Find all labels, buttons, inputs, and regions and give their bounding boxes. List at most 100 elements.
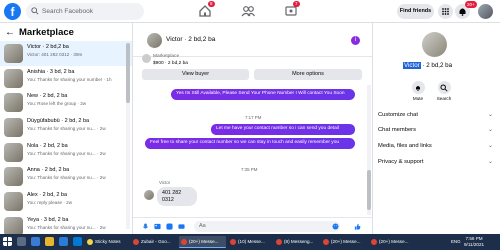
conversation-name: Yeya · 3 bd, 2 ba <box>27 216 69 223</box>
sticker-icon[interactable] <box>166 223 173 230</box>
groups-badge: 7 <box>293 1 300 7</box>
mute-label: Mute <box>412 96 424 101</box>
conversation-item[interactable]: Anishia · 3 bd, 2 ba You: Thanks for sha… <box>0 66 132 91</box>
chat-members-section[interactable]: Chat members ⌄ <box>378 124 496 137</box>
listing-thumbnail <box>4 167 23 187</box>
sender-avatar <box>144 190 154 200</box>
customize-chat-section[interactable]: Customize chat ⌄ <box>378 109 496 122</box>
conversation-item[interactable]: Alex · 2 bd, 2 ba You: reply please · 2w <box>0 189 132 214</box>
view-buyer-button[interactable]: View buyer <box>142 69 249 80</box>
conversation-preview: You: reply please · 2w <box>27 200 73 206</box>
search-input[interactable]: Search Facebook <box>26 3 144 20</box>
taskbar-app-messenger[interactable]: (20+) Messe... <box>321 236 367 248</box>
chevron-down-icon: ⌄ <box>487 159 493 165</box>
section-label: Chat members <box>378 127 417 133</box>
conversation-item[interactable]: Victor · 2 bd,2 ba Victor: 401 282 0312 … <box>0 41 132 66</box>
more-options-button[interactable]: More options <box>254 69 362 80</box>
listing-thumbnail <box>4 68 23 88</box>
conversation-item[interactable]: Düygüfabubü · 2 bd, 2 ba You: Thanks for… <box>0 115 132 140</box>
section-label: Customize chat <box>378 112 418 118</box>
listing-icon <box>142 54 151 63</box>
conversation-item[interactable]: New · 2 bd, 2 ba You: Rose left the grou… <box>0 90 132 115</box>
facebook-logo-icon[interactable]: f <box>4 3 21 20</box>
friends-icon[interactable] <box>240 3 256 19</box>
system-clock[interactable]: 7:56 PM 9/11/2021 <box>464 236 484 248</box>
search-in-chat-button[interactable]: Search <box>433 81 455 101</box>
image-icon[interactable] <box>154 223 161 230</box>
mute-button[interactable]: Mute <box>407 81 429 101</box>
more-options-label: More options <box>292 71 324 77</box>
chat-avatar[interactable] <box>147 33 162 48</box>
home-badge: 8 <box>208 1 215 7</box>
taskbar-app-messenger[interactable]: (20+) Messe... <box>179 236 226 248</box>
taskbar-app-messenger[interactable]: (8) Messeng... <box>274 236 319 248</box>
conversation-item[interactable]: Yeya · 3 bd, 2 ba You: Thanks for sharin… <box>0 214 132 234</box>
conversation-name: Nola · 2 bd, 2 ba <box>27 142 68 149</box>
contact-name-highlight: Victor <box>403 62 421 69</box>
contact-avatar[interactable] <box>422 32 447 57</box>
listing-thumbnail <box>4 142 23 162</box>
sidebar-title: Marketplace <box>19 26 74 38</box>
store-icon[interactable] <box>73 237 82 246</box>
search-icon <box>31 7 39 15</box>
conversation-item[interactable]: Anna · 2 bd, 2 ba You: Thanks for sharin… <box>0 164 132 189</box>
edge-icon[interactable] <box>59 237 68 246</box>
windows-start-icon[interactable] <box>3 237 12 246</box>
taskbar-app-chrome[interactable]: Zubair - Goo... <box>131 236 177 248</box>
taskbar-app-sticky-notes[interactable]: Sticky Notes <box>85 236 129 248</box>
conversation-preview: You: Thanks for sharing your nu... · 2w <box>27 126 106 132</box>
conversation-name: Anishia · 3 bd, 2 ba <box>27 68 75 75</box>
scrollbar-thumb[interactable] <box>126 43 130 103</box>
grid-icon <box>442 8 449 15</box>
contact-name-rest: · 2 bd,2 ba <box>420 62 453 69</box>
message-list: Yes Its Still Available, Please Send You… <box>133 85 367 218</box>
language-indicator[interactable]: ENG <box>451 239 461 244</box>
search-placeholder: Search Facebook <box>42 8 93 15</box>
task-view-icon[interactable] <box>31 237 40 246</box>
chrome-icon <box>371 239 377 245</box>
message-input[interactable]: Aa <box>194 221 340 232</box>
conversation-preview: You: Thanks for sharing your nu... · 2w <box>27 175 106 181</box>
media-files-section[interactable]: Media, files and links ⌄ <box>378 140 496 153</box>
chrome-icon <box>133 239 139 245</box>
conversation-preview: You: Thanks for sharing your number · 1h <box>27 76 112 82</box>
contact-name: Victor · 2 bd,2 ba <box>403 62 452 69</box>
profile-avatar[interactable] <box>478 4 493 19</box>
back-arrow-icon[interactable]: ← <box>5 27 15 38</box>
incoming-message: 401 282 0312 <box>157 187 197 206</box>
privacy-support-section[interactable]: Privacy & support ⌄ <box>378 156 496 169</box>
file-explorer-icon[interactable] <box>45 237 54 246</box>
scrollbar-thumb[interactable] <box>367 170 371 210</box>
notifications-badge: 20+ <box>465 1 477 8</box>
taskbar-app-label: (20+) Messe... <box>331 239 361 244</box>
thumbs-up-icon[interactable] <box>354 223 361 230</box>
bell-icon <box>411 81 425 94</box>
listing-thumbnail <box>4 93 23 113</box>
menu-grid-icon[interactable] <box>438 4 453 19</box>
marketplace-sidebar: ← Marketplace Victor · 2 bd,2 ba Victor:… <box>0 23 133 234</box>
microphone-icon[interactable] <box>142 223 149 230</box>
chat-title[interactable]: Victor · 2 bd,2 ba <box>166 36 215 43</box>
chat-scrollbar[interactable] <box>367 85 371 215</box>
search-taskbar-icon[interactable] <box>17 237 26 246</box>
listing-thumbnail <box>4 216 23 234</box>
taskbar-app-label: (8) Messeng... <box>284 239 314 244</box>
chat-panel: Victor · 2 bd,2 ba i Marketplace $900 · … <box>133 23 373 234</box>
find-friends-button[interactable]: Find friends <box>397 4 434 19</box>
conversation-preview: Victor: 401 282 0312 · 39m <box>27 52 83 57</box>
chrome-icon <box>323 239 329 245</box>
gif-icon[interactable] <box>178 223 185 230</box>
outgoing-message: Let me have your contact number so i can… <box>211 124 355 135</box>
taskbar-app-messenger[interactable]: (20+) Messe... <box>369 236 415 248</box>
outgoing-message: Yes Its Still Available, Please Send You… <box>171 89 355 100</box>
conversation-item[interactable]: Nola · 2 bd, 2 ba You: Thanks for sharin… <box>0 140 132 165</box>
emoji-icon[interactable] <box>332 223 339 230</box>
conversation-name: Victor · 2 bd,2 ba <box>27 44 69 50</box>
sidebar-header: ← Marketplace <box>0 23 132 41</box>
sidebar-scrollbar[interactable] <box>126 43 130 229</box>
taskbar-app-messenger[interactable]: (10) Messe... <box>228 236 272 248</box>
find-friends-label: Find friends <box>399 8 432 14</box>
chat-details-panel: Victor · 2 bd,2 ba Mute Search Customize… <box>373 23 500 234</box>
info-icon[interactable]: i <box>351 36 360 45</box>
chevron-down-icon: ⌄ <box>487 127 493 133</box>
